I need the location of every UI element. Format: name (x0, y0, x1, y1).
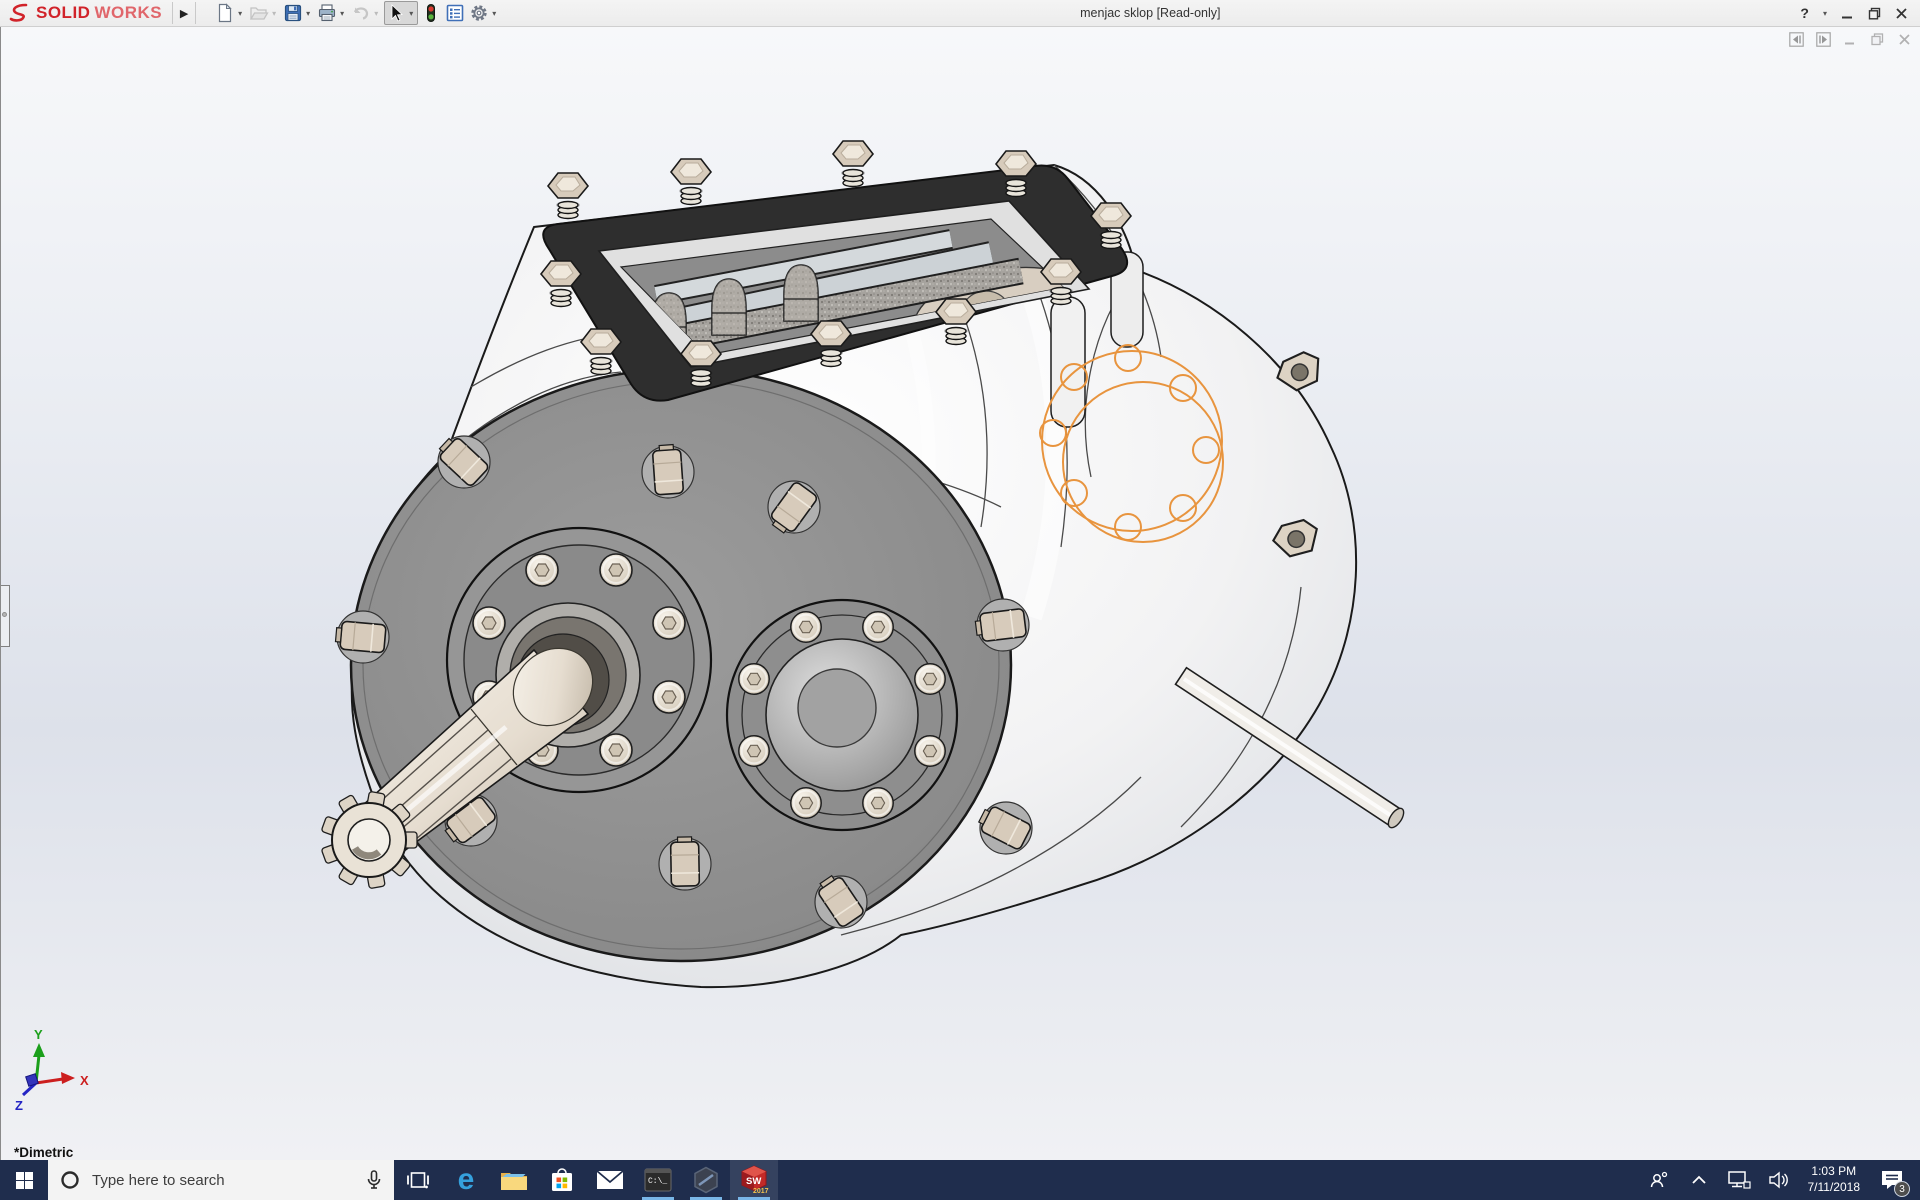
time-label: 1:03 PM (1811, 1164, 1857, 1179)
taskbar-solidworks-button[interactable]: SW 2017 (730, 1160, 778, 1200)
microsoft-store-icon (552, 1168, 572, 1191)
main-toolbar: ▾ ▾ ▾ ▾ ▾ ▾ ▾ (196, 1, 500, 25)
start-button[interactable] (0, 1160, 48, 1200)
command-prompt-icon: C:\_ (644, 1168, 672, 1192)
taskbar-command-prompt-button[interactable]: C:\_ (634, 1160, 682, 1200)
tab-handle-dot-icon (2, 612, 7, 617)
taskbar-store-button[interactable] (538, 1160, 586, 1200)
print-button[interactable]: ▾ (316, 1, 348, 25)
titlebar: SOLID WORKS ▶ ▾ ▾ ▾ ▾ ▾ ▾ ▾ menjac sklop… (0, 0, 1920, 27)
microphone-icon[interactable] (366, 1170, 382, 1190)
dropdown-caret-icon: ▾ (272, 8, 277, 18)
minimize-button[interactable] (1841, 7, 1854, 20)
secondary-bearing-cover[interactable] (725, 598, 959, 832)
solidworks-logo: SOLID WORKS (0, 0, 172, 26)
volume-button[interactable] (1764, 1165, 1794, 1195)
chevron-up-icon (1691, 1175, 1706, 1184)
dropdown-caret-icon[interactable]: ▾ (337, 9, 347, 18)
people-button[interactable] (1644, 1165, 1674, 1195)
cortana-circle-icon (61, 1171, 79, 1189)
document-title: menjac sklop [Read-only] (1080, 6, 1221, 20)
people-icon (1650, 1171, 1667, 1188)
doc-minimize-icon[interactable] (1843, 32, 1858, 47)
dropdown-caret-icon[interactable]: ▾ (235, 9, 245, 18)
sw-label: SW (746, 1176, 761, 1187)
search-input[interactable] (92, 1171, 354, 1189)
hidden-icons-button[interactable] (1684, 1165, 1714, 1195)
dropdown-caret-icon[interactable]: ▾ (406, 9, 416, 18)
save-button[interactable]: ▾ (282, 1, 314, 25)
help-dropdown-caret-icon[interactable]: ▾ (1823, 9, 1827, 18)
restore-button[interactable] (1868, 7, 1881, 20)
document-properties-button[interactable] (444, 1, 466, 25)
reference-triad: Y X Z (15, 1027, 89, 1113)
collapse-left-icon[interactable] (1789, 32, 1804, 47)
select-tool-button[interactable]: ▾ (384, 1, 419, 25)
network-button[interactable] (1724, 1165, 1754, 1195)
close-button[interactable] (1895, 7, 1908, 20)
flyout-arrow-button[interactable]: ▶ (173, 2, 195, 24)
print-icon (319, 4, 336, 22)
feature-manager-collapsed-tab[interactable] (1, 585, 10, 647)
options-gear-icon (471, 5, 487, 21)
document-properties-icon (446, 4, 464, 22)
doc-restore-icon[interactable] (1870, 32, 1885, 47)
windows-taskbar: e (0, 1160, 1920, 1200)
dropdown-caret-icon: ▾ (374, 8, 379, 18)
date-label: 7/11/2018 (1807, 1180, 1861, 1194)
taskbar-search-box[interactable] (48, 1160, 394, 1200)
system-tray: 1:03 PM 7/11/2018 3 (1644, 1160, 1920, 1200)
axis-x-label: X (80, 1073, 89, 1088)
undo-icon (354, 7, 369, 20)
axis-z-label: Z (15, 1098, 23, 1113)
collapse-right-icon[interactable] (1816, 32, 1831, 47)
dropdown-caret-icon[interactable]: ▾ (303, 9, 313, 18)
selection-filter-traffic-light-icon (427, 4, 436, 22)
save-icon (285, 4, 302, 22)
taskbar-mail-button[interactable] (586, 1160, 634, 1200)
doc-close-icon[interactable] (1897, 32, 1912, 47)
sw-year-label: 2017 (753, 1188, 769, 1195)
edge-icon: e (457, 1163, 475, 1196)
solidworks-2017-icon: SW 2017 (739, 1165, 769, 1195)
taskbar-edrawings-button[interactable] (682, 1160, 730, 1200)
network-ethernet-icon (1727, 1171, 1751, 1189)
task-view-button[interactable] (394, 1160, 442, 1200)
task-view-icon (407, 1172, 429, 1189)
document-window-controls (1789, 32, 1912, 47)
taskbar-file-explorer-button[interactable] (490, 1160, 538, 1200)
cmd-prompt-text: C:\_ (648, 1177, 667, 1186)
edrawings-hexagon-icon (694, 1166, 718, 1194)
spline-teeth-end (321, 791, 418, 889)
3d-model-gearbox-assembly[interactable]: Y X Z (1, 27, 1920, 1160)
mail-icon (596, 1170, 624, 1189)
file-explorer-icon (501, 1173, 527, 1190)
brand-solid: SOLID (36, 3, 91, 22)
graphics-viewport[interactable]: Y X Z *Dimetric (0, 27, 1920, 1160)
windows-logo-icon (15, 1171, 33, 1189)
view-orientation-label: *Dimetric (14, 1145, 74, 1160)
dassault-3ds-logo-icon (9, 3, 28, 22)
solidworks-window: SOLID WORKS ▶ ▾ ▾ ▾ ▾ ▾ ▾ ▾ menjac sklop… (0, 0, 1920, 1200)
new-document-button[interactable]: ▾ (214, 1, 246, 25)
window-controls: ? ▾ (1800, 5, 1920, 21)
open-icon (250, 7, 269, 20)
open-button[interactable]: ▾ (248, 1, 280, 25)
help-button[interactable]: ? (1800, 5, 1809, 21)
dropdown-caret-icon[interactable]: ▾ (489, 9, 499, 18)
taskbar-clock[interactable]: 1:03 PM 7/11/2018 (1804, 1164, 1865, 1195)
axis-y-label: Y (34, 1027, 43, 1042)
brand-works: WORKS (94, 3, 163, 22)
action-center-button[interactable]: 3 (1874, 1163, 1910, 1197)
notification-count-badge: 3 (1894, 1181, 1910, 1197)
select-cursor-icon (391, 4, 404, 22)
new-document-icon (219, 3, 232, 23)
options-button[interactable]: ▾ (468, 1, 500, 25)
undo-button[interactable]: ▾ (350, 1, 382, 25)
taskbar-edge-button[interactable]: e (442, 1160, 490, 1200)
selection-filter-button[interactable] (420, 1, 442, 25)
speaker-icon (1768, 1171, 1788, 1189)
